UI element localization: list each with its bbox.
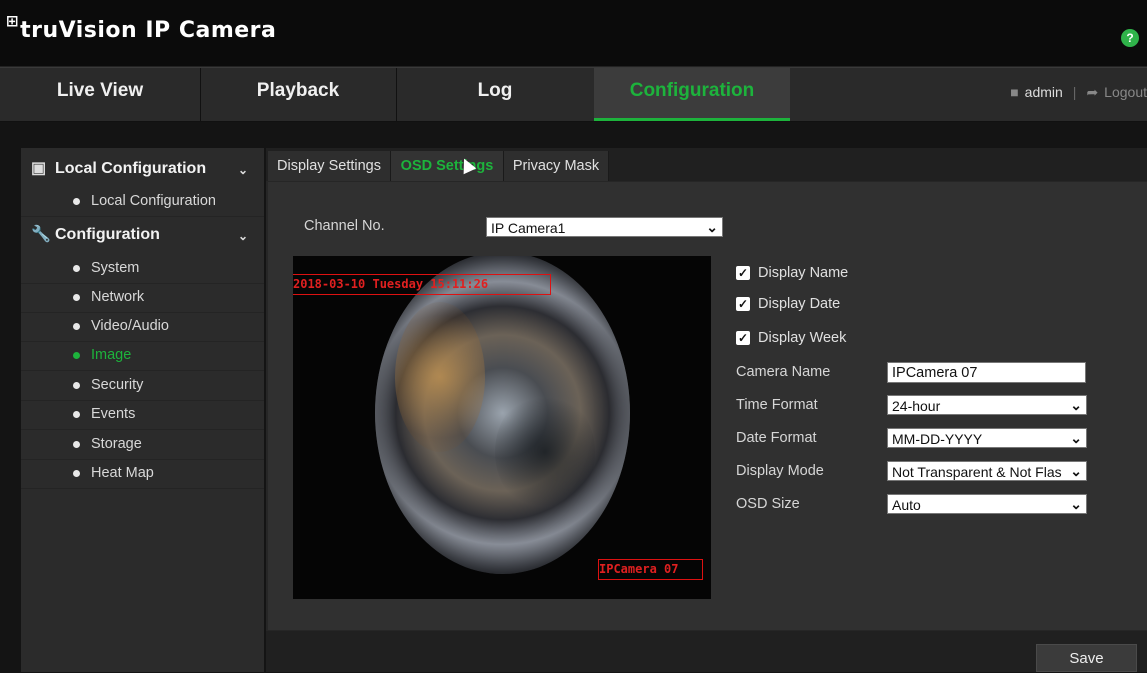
- display-name-label: Display Name: [758, 265, 849, 281]
- sidebar-item-label: Network: [91, 289, 145, 305]
- channel-select[interactable]: IP Camera1 ⌄: [486, 217, 723, 237]
- logo-icon: ⊞: [6, 12, 20, 30]
- display-mode-select[interactable]: Not Transparent & Not Flas ⌄: [887, 461, 1087, 481]
- sidebar-item-events[interactable]: Events: [21, 400, 264, 430]
- help-icon[interactable]: ?: [1121, 29, 1139, 47]
- tab-privacy-mask[interactable]: Privacy Mask: [504, 151, 609, 181]
- sidebar-item-label: Events: [91, 406, 136, 422]
- app-title: ⊞truVision IP Camera: [6, 12, 277, 43]
- sidebar-item-label: System: [91, 260, 140, 276]
- date-format-select[interactable]: MM-DD-YYYY ⌄: [887, 428, 1087, 448]
- chevron-down-icon: ⌄: [1068, 462, 1082, 480]
- user-area: ■ admin | ➦ Logout: [1010, 80, 1147, 104]
- tab-log[interactable]: Log: [396, 68, 594, 121]
- tab-display-settings[interactable]: Display Settings: [268, 151, 391, 181]
- logout-link[interactable]: Logout: [1104, 84, 1147, 100]
- display-mode-value: Not Transparent & Not Flas: [892, 464, 1062, 480]
- sidebar-item-video-audio[interactable]: Video/Audio: [21, 312, 264, 342]
- osd-size-label: OSD Size: [736, 496, 800, 512]
- monitor-icon: ▣: [31, 160, 47, 177]
- sidebar-item-system[interactable]: System: [21, 254, 264, 284]
- chevron-down-icon[interactable]: ⌄: [238, 152, 248, 188]
- sidebar-header-label: Local Configuration: [55, 160, 207, 177]
- display-week-checkbox[interactable]: ✓: [736, 331, 750, 345]
- sidebar-item-storage[interactable]: Storage: [21, 430, 264, 460]
- time-format-value: 24-hour: [892, 398, 941, 414]
- sidebar-header-configuration[interactable]: 🔧 Configuration ⌄: [21, 217, 264, 253]
- bullet-icon: [73, 470, 80, 477]
- sidebar-header-local-configuration[interactable]: ▣ Local Configuration ⌄: [21, 151, 264, 187]
- bullet-icon: [73, 198, 80, 205]
- display-week-label: Display Week: [758, 330, 847, 346]
- separator: |: [1072, 84, 1077, 100]
- main-nav: Live View Playback Log Configuration ■ ad…: [0, 67, 1147, 122]
- time-format-label: Time Format: [736, 397, 818, 413]
- sidebar: ▣ Local Configuration ⌄ Local Configurat…: [21, 148, 264, 672]
- time-format-select[interactable]: 24-hour ⌄: [887, 395, 1087, 415]
- sidebar-item-local-configuration[interactable]: Local Configuration: [21, 187, 264, 217]
- channel-select-value: IP Camera1: [491, 220, 566, 236]
- osd-datetime-text: 2018-03-10 Tuesday 15:11:26: [293, 277, 489, 291]
- bullet-icon: [73, 352, 80, 359]
- sidebar-item-label: Storage: [91, 436, 142, 452]
- fisheye-image: [375, 256, 630, 574]
- date-format-value: MM-DD-YYYY: [892, 431, 983, 447]
- sidebar-item-heat-map[interactable]: Heat Map: [21, 459, 264, 489]
- tab-playback[interactable]: Playback: [200, 68, 397, 121]
- channel-label: Channel No.: [304, 218, 385, 234]
- osd-datetime-box[interactable]: 2018-03-10 Tuesday 15:11:26: [293, 274, 551, 295]
- tab-live-view[interactable]: Live View: [0, 68, 201, 121]
- display-date-label: Display Date: [758, 296, 841, 312]
- user-icon: ■: [1010, 84, 1019, 100]
- chevron-down-icon: ⌄: [1070, 430, 1082, 446]
- chevron-down-icon: ⌄: [1070, 496, 1082, 512]
- sidebar-item-label: Image: [91, 347, 132, 363]
- chevron-down-icon: ⌄: [1070, 397, 1082, 413]
- bullet-icon: [73, 382, 80, 389]
- bullet-icon: [73, 411, 80, 418]
- app-header: ⊞truVision IP Camera ?: [0, 0, 1147, 67]
- bullet-icon: [73, 294, 80, 301]
- camera-name-input[interactable]: IPCamera 07: [887, 362, 1086, 383]
- osd-size-select[interactable]: Auto ⌄: [887, 494, 1087, 514]
- logout-icon[interactable]: ➦: [1086, 84, 1098, 100]
- subtab-bar: Display Settings OSD Settings Privacy Ma…: [266, 148, 1147, 181]
- date-format-label: Date Format: [736, 430, 817, 446]
- chevron-down-icon: ⌄: [706, 219, 718, 235]
- camera-name-label: Camera Name: [736, 364, 831, 380]
- camera-preview: 2018-03-10 Tuesday 15:11:26 IPCamera 07: [293, 256, 711, 599]
- chevron-down-icon[interactable]: ⌄: [238, 218, 248, 254]
- save-button[interactable]: Save: [1036, 644, 1137, 672]
- sidebar-item-label: Security: [91, 377, 144, 393]
- osd-camera-name-box[interactable]: IPCamera 07: [598, 559, 703, 580]
- sidebar-item-image[interactable]: Image: [21, 341, 264, 371]
- sidebar-item-label: Heat Map: [91, 465, 154, 481]
- username[interactable]: admin: [1025, 84, 1063, 100]
- sidebar-item-label: Video/Audio: [91, 318, 169, 334]
- tab-configuration[interactable]: Configuration: [594, 68, 790, 121]
- footer-bar: [266, 631, 1147, 672]
- osd-size-value: Auto: [892, 497, 921, 513]
- tab-osd-settings[interactable]: OSD Settings: [391, 151, 504, 181]
- display-mode-label: Display Mode: [736, 463, 824, 479]
- display-date-checkbox[interactable]: ✓: [736, 297, 750, 311]
- bullet-icon: [73, 441, 80, 448]
- sidebar-header-label: Configuration: [55, 226, 160, 243]
- bullet-icon: [73, 323, 80, 330]
- display-name-checkbox[interactable]: ✓: [736, 266, 750, 280]
- sidebar-item-label: Local Configuration: [91, 193, 216, 209]
- sidebar-item-network[interactable]: Network: [21, 283, 264, 313]
- osd-camera-name-text: IPCamera 07: [599, 562, 679, 576]
- fisheye-warm-area: [395, 302, 485, 452]
- sidebar-item-security[interactable]: Security: [21, 371, 264, 401]
- app-title-text: truVision IP Camera: [20, 18, 277, 43]
- fisheye-dark-area: [495, 392, 595, 512]
- bullet-icon: [73, 265, 80, 272]
- wrench-icon: 🔧: [31, 226, 51, 243]
